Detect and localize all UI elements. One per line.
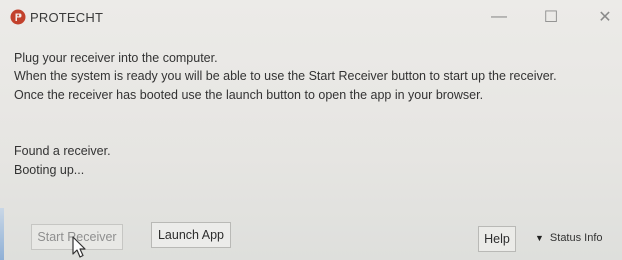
title-bar[interactable]: PROTECHT — ☐ ✕ (0, 0, 622, 34)
close-button[interactable]: ✕ (590, 6, 620, 28)
mouse-pointer-icon (72, 236, 86, 258)
window-title: PROTECHT (30, 10, 104, 25)
instruction-line-2: When the system is ready you will be abl… (14, 69, 557, 83)
launch-app-button[interactable]: Launch App (151, 222, 231, 248)
instruction-line-3: Once the receiver has booted use the lau… (14, 88, 484, 102)
help-button[interactable]: Help (478, 226, 516, 252)
status-line-2: Booting up... (14, 163, 85, 177)
minimize-button[interactable]: — (484, 6, 514, 28)
status-line-1: Found a receiver. (14, 144, 111, 158)
triangle-down-icon: ▼ (535, 233, 544, 243)
desktop-edge (0, 208, 4, 260)
status-info-label: Status Info (549, 232, 603, 244)
app-window: PROTECHT — ☐ ✕ Plug your receiver into t… (0, 0, 622, 260)
status-info-toggle[interactable]: ▼ Status Info (535, 232, 603, 244)
maximize-button[interactable]: ☐ (536, 6, 566, 28)
instruction-line-1: Plug your receiver into the computer. (14, 51, 218, 65)
protecht-logo-icon (10, 9, 26, 25)
